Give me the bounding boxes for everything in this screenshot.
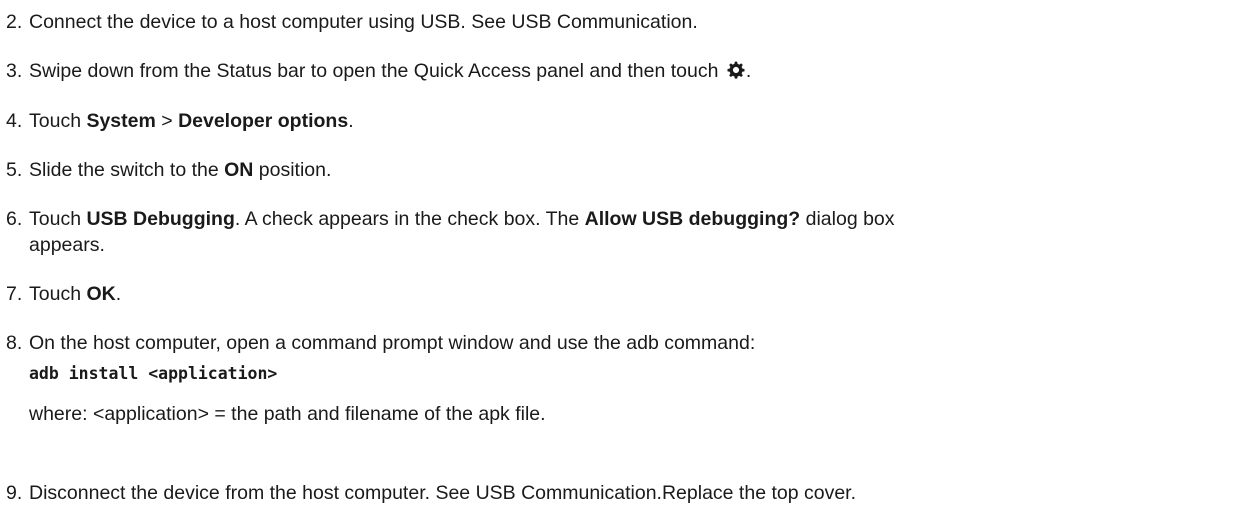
step-number: 7. — [6, 283, 23, 305]
switch-state-on: ON — [224, 159, 254, 181]
step-number: 4. — [6, 110, 23, 132]
step-number: 2. — [6, 11, 23, 33]
step-number: 9. — [6, 482, 23, 504]
menu-path-developer-options: Developer options — [178, 110, 349, 132]
gear-icon — [726, 60, 746, 80]
step-text: Connect the device to a host computer us… — [29, 11, 698, 33]
step-text: Swipe down from the Status bar to open t… — [29, 60, 752, 82]
ok-button-label: OK — [86, 283, 116, 305]
adb-command: adb install <application> — [29, 364, 278, 383]
step-text: On the host computer, open a command pro… — [29, 330, 1229, 427]
dialog-title: Allow USB debugging? — [584, 208, 801, 230]
step-number: 5. — [6, 159, 23, 181]
step-text: Touch USB Debugging. A check appears in … — [29, 208, 895, 256]
step-text: Disconnect the device from the host comp… — [29, 482, 857, 504]
step-number: 6. — [6, 208, 23, 230]
step-number: 3. — [6, 60, 23, 82]
step-text: Touch System > Developer options. — [29, 110, 354, 132]
step-text: Slide the switch to the ON position. — [29, 159, 332, 181]
usb-debugging-option: USB Debugging — [86, 208, 235, 230]
step-text: Touch OK. — [29, 283, 122, 305]
step-number: 8. — [6, 332, 23, 354]
where-note: where: <application> = the path and file… — [29, 403, 546, 425]
menu-path-system: System — [86, 110, 156, 132]
